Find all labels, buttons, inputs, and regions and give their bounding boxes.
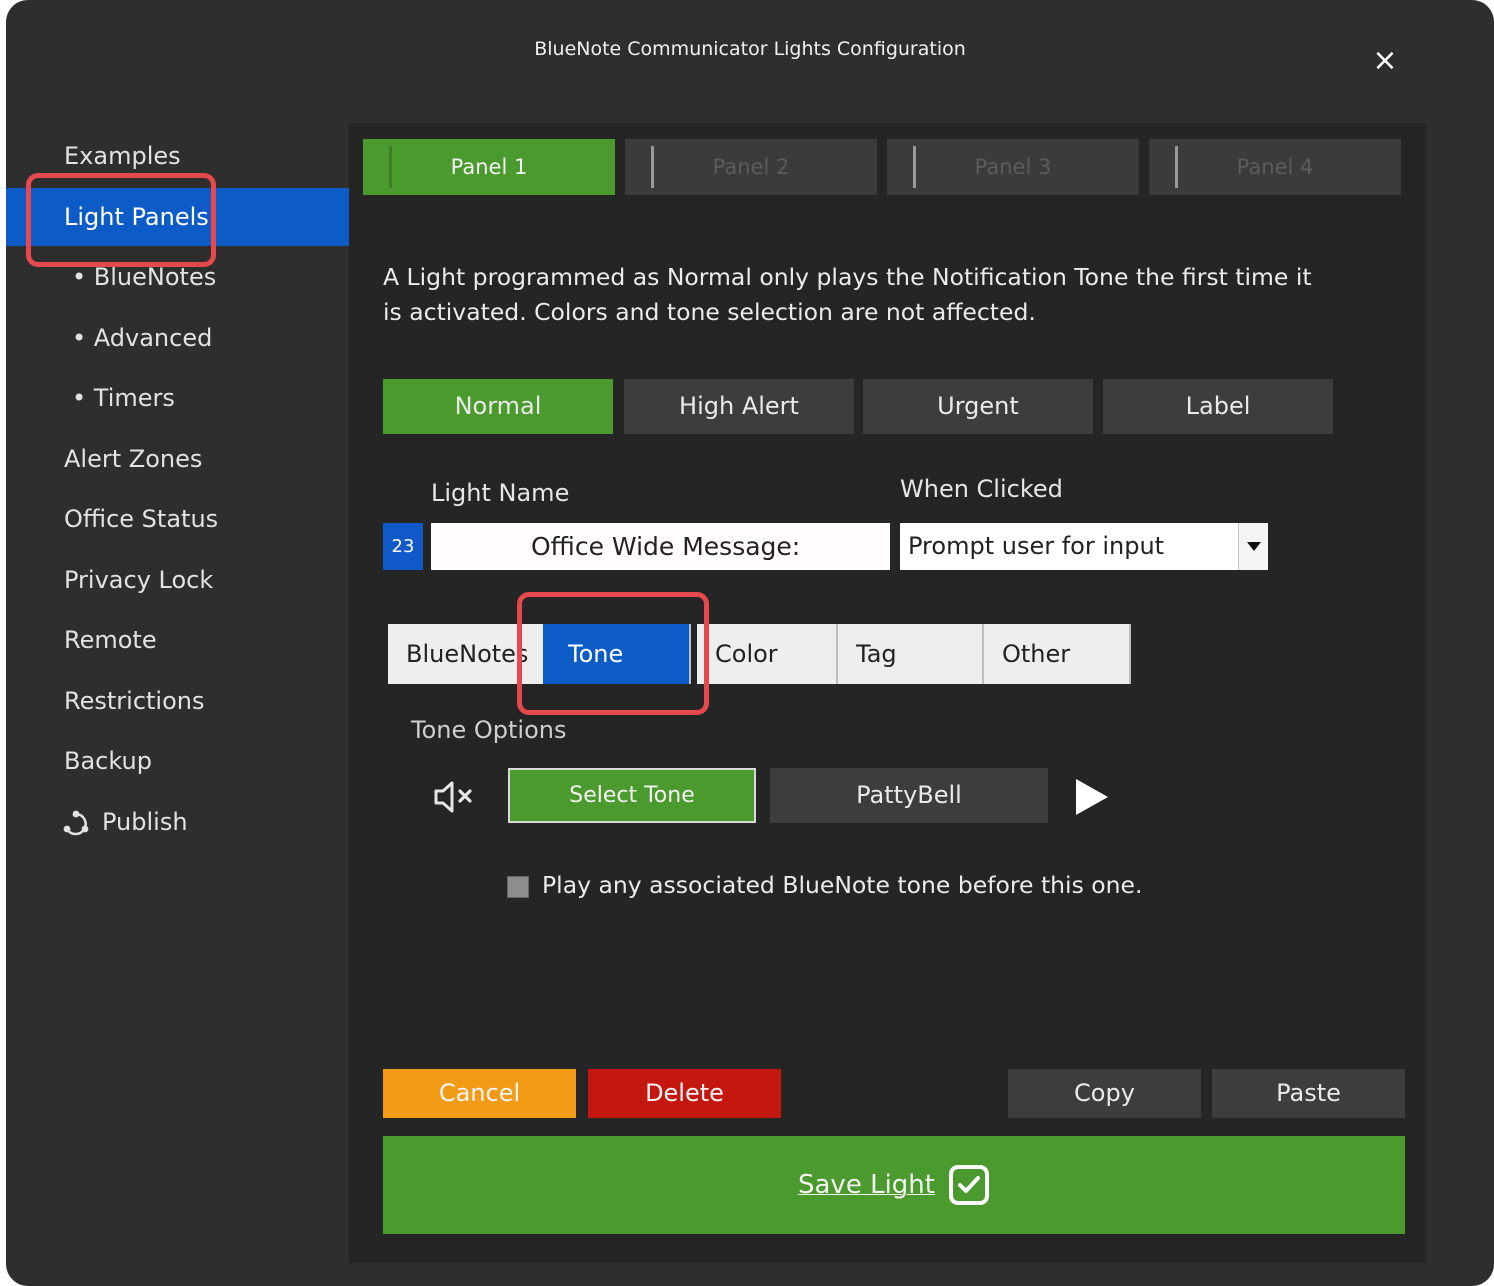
tab-panel-2[interactable]: Panel 2 — [625, 139, 877, 195]
tab-panel-3[interactable]: Panel 3 — [887, 139, 1139, 195]
sidebar-item-label: • Advanced — [72, 324, 213, 352]
when-clicked-value: Prompt user for input — [908, 532, 1165, 560]
play-bluenote-tone-label: Play any associated BlueNote tone before… — [542, 871, 1143, 899]
save-light-button[interactable]: Save Light — [383, 1136, 1405, 1234]
tab-divider — [913, 146, 916, 188]
sidebar-item-office-status[interactable]: Office Status — [6, 490, 349, 548]
config-window: BlueNote Communicator Lights Configurati… — [6, 0, 1494, 1286]
main-panel: Panel 1 Panel 2 Panel 3 Panel 4 A Light … — [349, 123, 1426, 1263]
play-bluenote-tone-checkbox[interactable] — [507, 876, 529, 898]
sidebar-item-label: Backup — [64, 747, 152, 775]
sidebar-item-label: Remote — [64, 626, 157, 654]
tab-panel-1[interactable]: Panel 1 — [363, 139, 615, 195]
mode-description: A Light programmed as Normal only plays … — [383, 263, 1312, 326]
mute-icon[interactable] — [433, 778, 479, 816]
sidebar-item-label: Privacy Lock — [64, 566, 214, 594]
sidebar-item-remote[interactable]: Remote — [6, 611, 349, 669]
subtab-bluenotes[interactable]: BlueNotes — [388, 624, 545, 684]
mode-label-button[interactable]: Label — [1103, 379, 1333, 434]
sidebar-item-examples[interactable]: Examples — [6, 127, 349, 185]
copy-button[interactable]: Copy — [1008, 1069, 1201, 1118]
tone-options-title: Tone Options — [411, 716, 567, 744]
sidebar-item-advanced[interactable]: • Advanced — [6, 309, 349, 367]
subtab-tone[interactable]: Tone — [543, 624, 691, 684]
current-tone-name: PattyBell — [770, 768, 1048, 823]
light-number-badge: 23 — [383, 523, 423, 570]
sidebar-item-publish[interactable]: Publish — [6, 793, 349, 851]
delete-button[interactable]: Delete — [588, 1069, 781, 1118]
subtab-color[interactable]: Color — [697, 624, 838, 684]
sidebar-item-label: Alert Zones — [64, 445, 203, 473]
mode-high-alert-button[interactable]: High Alert — [624, 379, 854, 434]
play-icon[interactable] — [1074, 777, 1110, 817]
sidebar-item-backup[interactable]: Backup — [6, 732, 349, 790]
sidebar-item-timers[interactable]: • Timers — [6, 369, 349, 427]
tab-divider — [389, 146, 392, 188]
when-clicked-select[interactable]: Prompt user for input — [900, 523, 1268, 570]
subtab-tag[interactable]: Tag — [838, 624, 984, 684]
select-tone-button[interactable]: Select Tone — [508, 768, 756, 823]
window-title: BlueNote Communicator Lights Configurati… — [534, 38, 966, 60]
tab-label: Panel 3 — [974, 155, 1052, 179]
subtab-other[interactable]: Other — [984, 624, 1131, 684]
close-button[interactable]: × — [1368, 44, 1402, 78]
cancel-button[interactable]: Cancel — [383, 1069, 576, 1118]
sidebar-item-alert-zones[interactable]: Alert Zones — [6, 430, 349, 488]
paste-button[interactable]: Paste — [1212, 1069, 1405, 1118]
network-icon — [63, 810, 89, 836]
sidebar-item-label: Publish — [102, 808, 188, 836]
sidebar-item-label: • BlueNotes — [72, 263, 217, 291]
sidebar-item-label: Light Panels — [64, 203, 209, 231]
sidebar-item-label: Office Status — [64, 505, 219, 533]
checkbox-checked-icon — [949, 1165, 989, 1205]
sidebar-item-label: • Timers — [72, 384, 175, 412]
sidebar-item-label: Examples — [64, 142, 181, 170]
sidebar-item-bluenotes[interactable]: • BlueNotes — [6, 248, 349, 306]
tab-label: Panel 2 — [712, 155, 790, 179]
tab-panel-4[interactable]: Panel 4 — [1149, 139, 1401, 195]
sidebar-item-label: Restrictions — [64, 687, 205, 715]
tab-label: Panel 1 — [450, 155, 528, 179]
tab-label: Panel 4 — [1236, 155, 1314, 179]
light-name-input[interactable] — [431, 523, 890, 570]
sidebar-item-light-panels[interactable]: Light Panels — [6, 188, 349, 246]
sidebar-item-privacy-lock[interactable]: Privacy Lock — [6, 551, 349, 609]
tab-divider — [651, 146, 654, 188]
chevron-down-icon[interactable] — [1238, 523, 1268, 570]
tab-divider — [1175, 146, 1178, 188]
sidebar-item-restrictions[interactable]: Restrictions — [6, 672, 349, 730]
light-name-label: Light Name — [431, 479, 570, 507]
mode-normal-button[interactable]: Normal — [383, 379, 613, 434]
when-clicked-label: When Clicked — [900, 475, 1063, 503]
mode-urgent-button[interactable]: Urgent — [863, 379, 1093, 434]
save-light-label: Save Light — [798, 1170, 935, 1200]
